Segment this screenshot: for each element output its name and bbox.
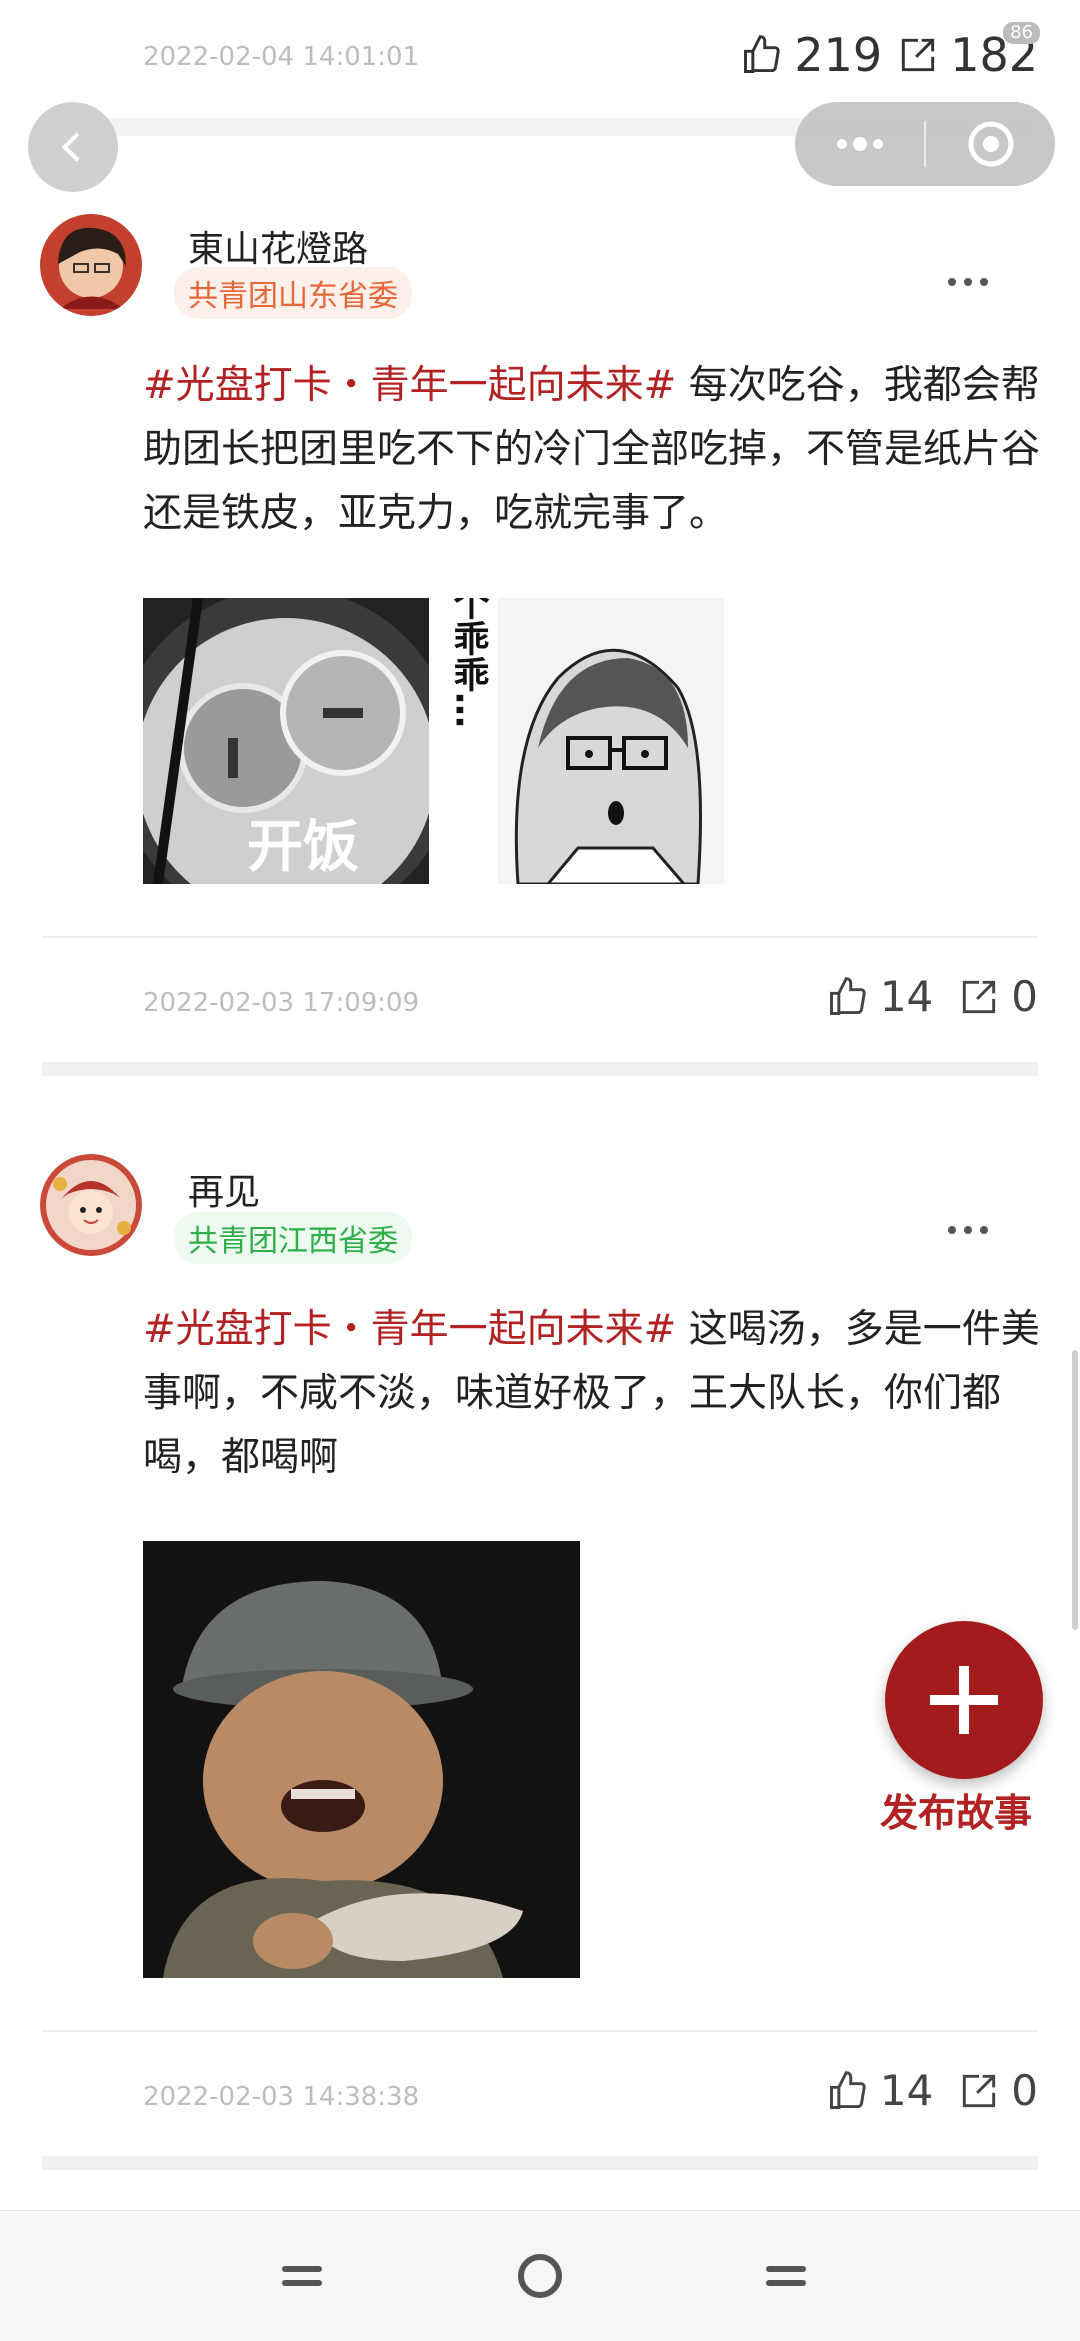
share-count: 0 xyxy=(1011,2066,1038,2115)
top-like-button[interactable]: 219 xyxy=(740,28,882,82)
like-button[interactable]: 14 xyxy=(826,2066,933,2115)
menu-icon xyxy=(766,2266,806,2286)
org-tag[interactable]: 共青团江西省委 xyxy=(174,1212,412,1264)
avatar[interactable] xyxy=(40,1154,142,1256)
more-dots-icon xyxy=(836,137,883,151)
menu-nav-button[interactable] xyxy=(272,2246,332,2306)
post-actions: 14 0 xyxy=(826,972,1038,1021)
back-nav-button[interactable] xyxy=(756,2246,816,2306)
scrollbar[interactable] xyxy=(1072,1350,1078,1630)
post-username[interactable]: 再见 xyxy=(188,1163,260,1215)
avatar[interactable] xyxy=(40,214,142,316)
post-separator xyxy=(42,2156,1038,2170)
image-caption: 开饭 xyxy=(247,815,359,880)
more-dots-icon xyxy=(948,1226,988,1234)
post-body: #光盘打卡・青年一起向未来# 这喝汤，多是一件美事啊，不咸不淡，味道好极了，王大… xyxy=(143,1298,1043,1490)
publish-story-button[interactable] xyxy=(885,1621,1043,1779)
home-circle-icon xyxy=(518,2254,562,2298)
system-nav-bar xyxy=(0,2210,1080,2341)
post-hashtag[interactable]: #光盘打卡・青年一起向未来# xyxy=(143,363,676,408)
manga-caption: 滴个乖乖… xyxy=(448,598,490,728)
thumb-up-icon xyxy=(829,976,866,1015)
share-count: 0 xyxy=(1011,972,1038,1021)
share-button[interactable]: 0 xyxy=(957,2066,1038,2115)
post-actions: 14 0 xyxy=(826,2066,1038,2115)
record-icon xyxy=(968,121,1013,167)
more-options-button[interactable] xyxy=(946,252,990,298)
top-like-count: 219 xyxy=(794,28,883,82)
back-button[interactable] xyxy=(28,102,118,192)
share-icon xyxy=(902,38,935,72)
top-post-actions: 219 182 86 xyxy=(740,22,1040,82)
post-image[interactable]: 开饭 xyxy=(143,598,429,884)
post-separator xyxy=(42,1062,1038,1076)
post-date: 2022-02-03 14:38:38 xyxy=(143,2082,420,2112)
top-post-date: 2022-02-04 14:01:01 xyxy=(143,42,420,72)
user-avatar-image xyxy=(40,1154,142,1256)
plus-icon xyxy=(930,1666,998,1734)
capsule-close-button[interactable] xyxy=(926,102,1055,186)
more-dots-icon xyxy=(948,278,988,286)
user-avatar-image xyxy=(40,214,142,316)
thumb-up-icon xyxy=(744,35,781,73)
soup-photo xyxy=(143,1541,580,1978)
menu-icon xyxy=(282,2266,322,2286)
back-icon xyxy=(61,132,80,162)
thumb-up-icon xyxy=(829,2070,866,2109)
notification-badge: 86 xyxy=(1003,22,1040,44)
like-count: 14 xyxy=(879,972,934,1021)
divider xyxy=(42,936,1038,938)
divider xyxy=(42,2030,1038,2032)
like-button[interactable]: 14 xyxy=(826,972,933,1021)
home-nav-button[interactable] xyxy=(510,2246,570,2306)
post-body: #光盘打卡・青年一起向未来# 每次吃谷，我都会帮助团长把团里吃不下的冷门全部吃掉… xyxy=(143,354,1043,546)
post-username[interactable]: 東山花燈路 xyxy=(188,220,368,272)
top-share-button[interactable]: 182 86 xyxy=(896,22,1040,82)
share-icon xyxy=(963,2074,996,2107)
share-button[interactable]: 0 xyxy=(957,972,1038,1021)
miniprogram-capsule xyxy=(795,102,1055,186)
org-tag[interactable]: 共青团山东省委 xyxy=(174,267,412,319)
share-icon xyxy=(963,980,996,1013)
like-count: 14 xyxy=(879,2066,934,2115)
capsule-more-button[interactable] xyxy=(795,102,924,186)
post-image[interactable] xyxy=(143,1541,580,1978)
post-hashtag[interactable]: #光盘打卡・青年一起向未来# xyxy=(143,1307,676,1352)
more-options-button[interactable] xyxy=(946,1200,990,1246)
food-badges-photo: 开饭 xyxy=(143,598,429,884)
post-image[interactable]: 滴个乖乖… xyxy=(438,598,724,884)
manga-face-image: 滴个乖乖… xyxy=(438,598,724,884)
publish-story-label[interactable]: 发布故事 xyxy=(880,1782,1032,1837)
post-date: 2022-02-03 17:09:09 xyxy=(143,988,420,1018)
